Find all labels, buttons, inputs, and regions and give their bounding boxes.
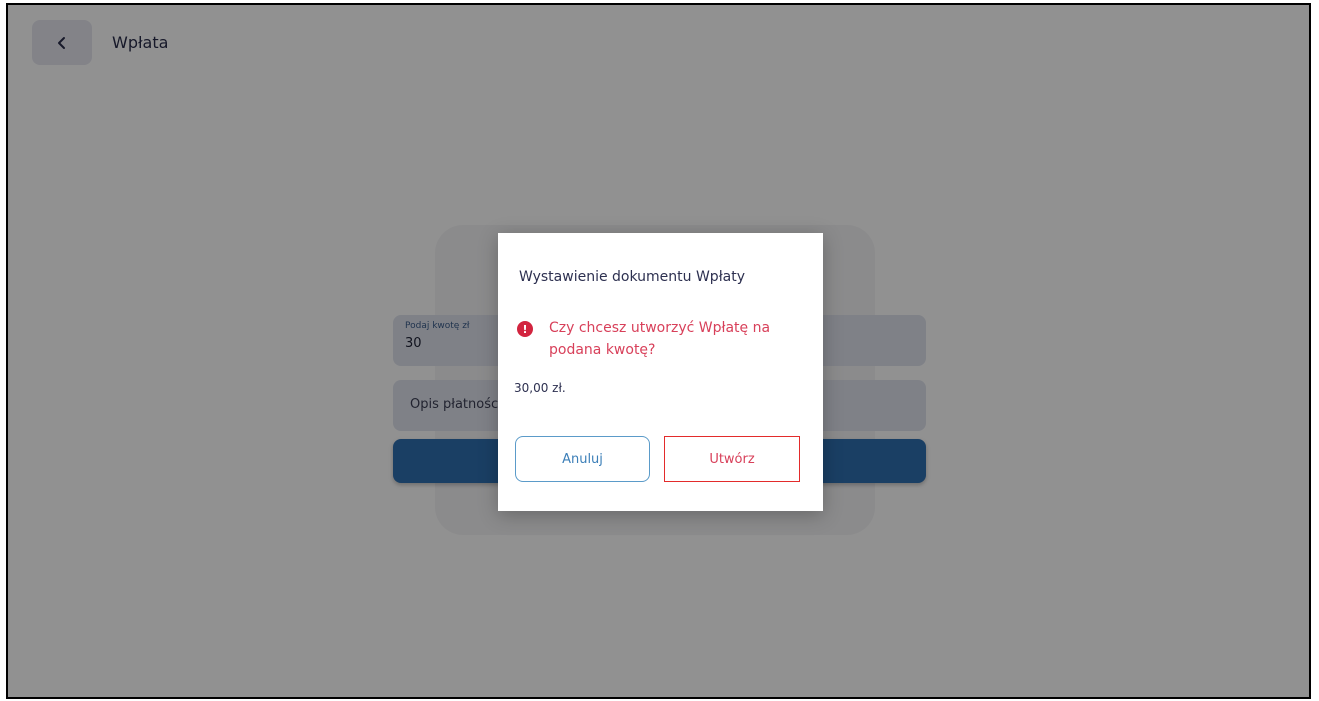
create-button[interactable]: Utwórz	[664, 436, 800, 482]
create-button-label: Utwórz	[709, 451, 755, 467]
confirm-dialog: Wystawienie dokumentu Wpłaty ! Czy chces…	[498, 233, 823, 511]
cancel-button-label: Anuluj	[562, 451, 603, 467]
dialog-amount: 30,00 zł.	[514, 381, 566, 395]
dialog-title: Wystawienie dokumentu Wpłaty	[519, 269, 746, 285]
dialog-message: Czy chcesz utworzyć Wpłatę na podana kwo…	[549, 320, 771, 358]
exclamation-circle-icon: !	[517, 321, 533, 337]
app-window: Wpłata Podaj kwotę zł 30 Opis płatnośc W…	[6, 3, 1311, 699]
cancel-button[interactable]: Anuluj	[515, 436, 650, 482]
